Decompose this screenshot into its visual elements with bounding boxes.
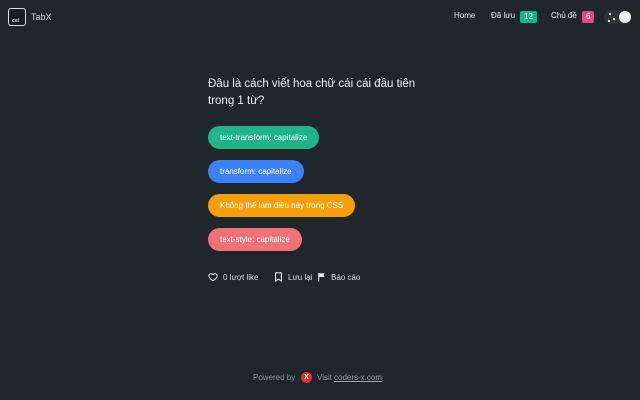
- like-button[interactable]: 0 lượt like: [208, 272, 259, 282]
- nav-saved[interactable]: Đã lưu: [491, 11, 515, 20]
- star-icon: [608, 20, 610, 22]
- topics-count-badge: 6: [582, 11, 595, 23]
- powered-by-text: Powered by: [253, 373, 296, 382]
- bookmark-icon: [275, 272, 282, 282]
- toggle-knob: [619, 11, 631, 23]
- coders-x-logo-icon: X: [301, 372, 312, 383]
- quiz-question: Đâu là cách viết hoa chữ cái cái đầu tiê…: [208, 78, 416, 107]
- app-logo[interactable]: cst: [8, 8, 26, 26]
- coders-x-link[interactable]: coders-x.com: [334, 373, 382, 382]
- answer-option-1[interactable]: text-transform: capitalize: [208, 126, 320, 149]
- save-button[interactable]: Lưu lại: [274, 272, 312, 282]
- save-label: Lưu lại: [288, 272, 313, 282]
- visit-text: Visit: [317, 373, 332, 382]
- saved-count-badge: 12: [520, 11, 537, 23]
- star-icon: [613, 18, 615, 20]
- answer-option-3[interactable]: Không thể làm điều này trong CSS: [208, 194, 356, 217]
- theme-toggle[interactable]: [604, 10, 632, 24]
- brand-name: TabX: [31, 12, 52, 22]
- answer-option-2[interactable]: transform: capitalize: [208, 160, 304, 183]
- like-count: 0 lượt like: [223, 272, 259, 282]
- report-label: Báo cáo: [331, 272, 361, 282]
- flag-icon: [318, 272, 325, 282]
- star-icon: [609, 13, 611, 15]
- logo-glyph: cst: [12, 18, 20, 24]
- answer-option-4[interactable]: text-style: capitalize: [208, 228, 302, 251]
- heart-icon: [208, 273, 218, 282]
- nav-topics[interactable]: Chủ đề: [551, 11, 577, 20]
- report-button[interactable]: Báo cáo: [317, 272, 360, 282]
- nav-home[interactable]: Home: [454, 11, 475, 20]
